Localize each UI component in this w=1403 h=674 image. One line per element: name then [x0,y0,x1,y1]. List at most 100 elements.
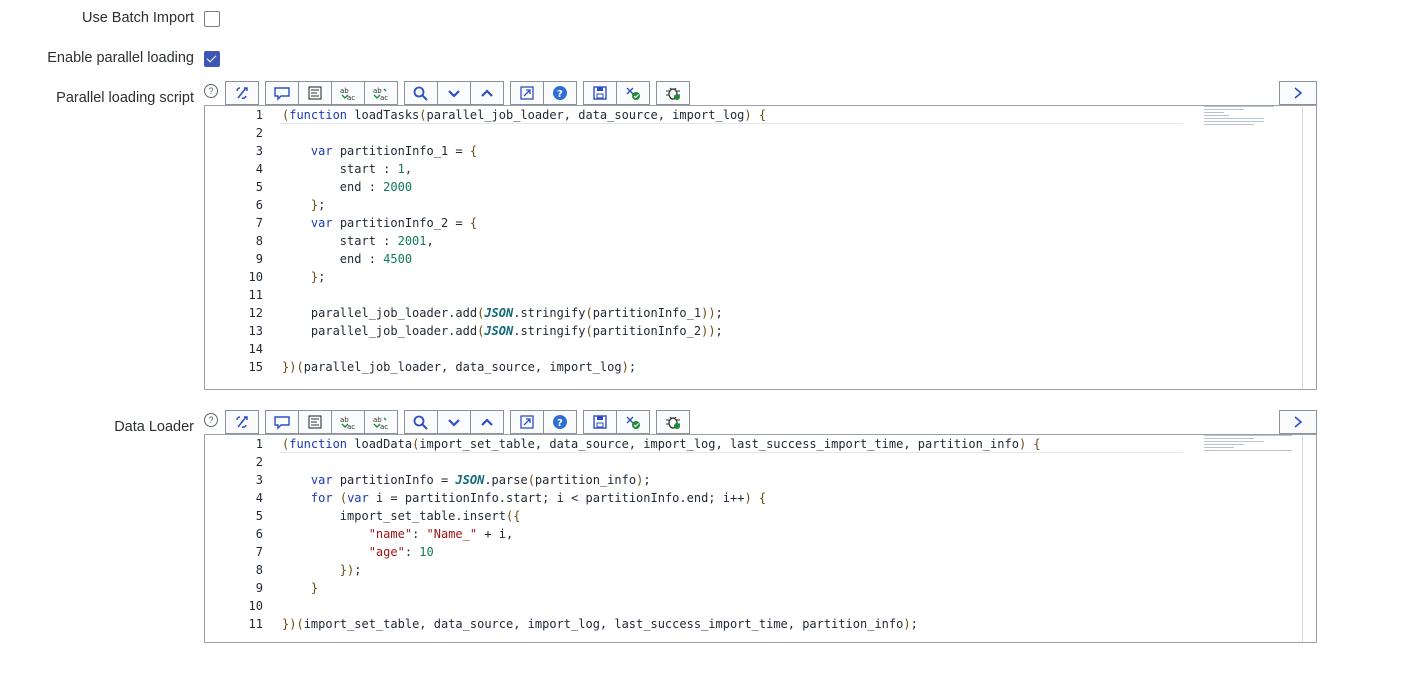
line-number: 14 [248,342,263,356]
parallel-loading-checkbox[interactable] [204,51,220,67]
code-line[interactable]: var partitionInfo = JSON.parse(partition… [282,473,651,487]
code-line[interactable]: start : 2001, [282,234,434,248]
svg-text:?: ? [557,418,563,429]
line-number: 1 [255,108,263,122]
previous-button[interactable] [470,81,504,105]
format-icon [308,415,322,429]
line-number: 7 [255,216,263,230]
line-number: 10 [248,270,263,284]
script-include-button[interactable] [225,410,259,434]
next-button[interactable] [437,81,471,105]
replace-all-button[interactable]: ab ac [364,410,398,434]
code-line[interactable]: for (var i = partitionInfo.start; i < pa… [282,491,766,505]
line-number: 9 [255,581,263,595]
syntax-check-icon [626,416,640,429]
vertical-scrollbar[interactable] [1302,106,1316,389]
syntax-check-button[interactable] [616,410,650,434]
data-loader-toolbar: ab ac ab ac? [225,410,696,434]
previous-button[interactable] [470,410,504,434]
line-number: 10 [248,599,263,613]
help-button[interactable]: ? [543,410,577,434]
data-loader-editor[interactable]: 1 2 3 4 5 6 7 8 9 10 11 (function loadData(import_… [204,434,1317,643]
search-button[interactable] [404,410,438,434]
comment-button[interactable] [265,410,299,434]
debug-icon [666,87,680,100]
batch-import-checkbox[interactable] [204,11,220,27]
replace-button[interactable]: ab ac [331,410,365,434]
help-icon: ? [553,86,567,100]
code-line[interactable]: }); [282,563,362,577]
line-number: 3 [255,144,263,158]
line-number: 1 [255,437,263,451]
code-line[interactable]: }; [282,270,325,284]
code-line[interactable]: var partitionInfo_1 = { [282,144,477,158]
debug-icon [666,416,680,429]
debug-button[interactable] [656,410,690,434]
help-button[interactable]: ? [543,81,577,105]
save-button[interactable] [583,410,617,434]
code-line[interactable]: end : 2000 [282,180,412,194]
previous-icon [481,418,493,426]
line-number: 4 [255,491,263,505]
comment-icon [274,416,290,430]
vertical-scrollbar[interactable] [1302,435,1316,642]
code-line[interactable]: (function loadData(import_set_table, dat… [282,437,1041,451]
line-number: 5 [255,180,263,194]
svg-text:ac: ac [347,423,355,430]
search-button[interactable] [404,81,438,105]
debug-button[interactable] [656,81,690,105]
svg-text:ac: ac [380,423,388,430]
replace-all-button[interactable]: ab ac [364,81,398,105]
code-line[interactable]: start : 1, [282,162,412,176]
next-button[interactable] [437,410,471,434]
code-line[interactable]: (function loadTasks(parallel_job_loader,… [282,108,766,122]
code-line[interactable]: parallel_job_loader.add(JSON.stringify(p… [282,306,723,320]
parallel-script-toolbar: ab ac ab ac? [225,81,696,105]
fullscreen-icon [520,86,534,100]
batch-import-label: Use Batch Import [81,10,194,26]
parallel-script-expand-button[interactable] [1279,81,1317,105]
comment-button[interactable] [265,81,299,105]
code-line[interactable]: } [282,581,318,595]
parallel-script-editor[interactable]: 1 2 3 4 5 6 7 8 9 10 11 12 13 14 15 (function loadTask… [204,105,1317,390]
data-loader-expand-button[interactable] [1279,410,1317,434]
data-loader-help-icon[interactable]: ? [204,413,218,427]
code-line[interactable]: })(import_set_table, data_source, import… [282,617,918,631]
save-button[interactable] [583,81,617,105]
format-button[interactable] [298,81,332,105]
code-line[interactable]: })(parallel_job_loader, data_source, imp… [282,360,636,374]
format-button[interactable] [298,410,332,434]
fullscreen-icon [520,415,534,429]
svg-text:ac: ac [380,94,388,101]
line-number: 3 [255,473,263,487]
syntax-check-button[interactable] [616,81,650,105]
line-number: 5 [255,509,263,523]
fullscreen-button[interactable] [510,81,544,105]
fullscreen-button[interactable] [510,410,544,434]
code-line[interactable]: "age": 10 [282,545,434,559]
comment-icon [274,87,290,101]
code-line[interactable]: }; [282,198,325,212]
line-number: 6 [255,198,263,212]
parallel-loading-label: Enable parallel loading [47,50,194,66]
code-minimap[interactable] [1204,106,1294,146]
line-number: 13 [248,324,263,338]
parallel-script-help-icon[interactable]: ? [204,84,218,98]
next-icon [448,419,460,427]
replace-button[interactable]: ab ac [331,81,365,105]
line-number: 11 [248,617,263,631]
next-icon [448,90,460,98]
code-line[interactable]: var partitionInfo_2 = { [282,216,477,230]
code-line[interactable]: parallel_job_loader.add(JSON.stringify(p… [282,324,723,338]
line-number: 2 [255,455,263,469]
code-line[interactable]: import_set_table.insert({ [282,509,521,523]
line-number: 15 [248,360,263,374]
code-line[interactable]: end : 4500 [282,252,412,266]
save-icon [593,86,607,100]
line-gutter: 1 2 3 4 5 6 7 8 9 10 11 [205,435,267,642]
save-icon [593,415,607,429]
replace-icon: abac [340,87,355,101]
script-include-button[interactable] [225,81,259,105]
code-minimap[interactable] [1204,435,1294,475]
code-line[interactable]: "name": "Name_" + i, [282,527,514,541]
